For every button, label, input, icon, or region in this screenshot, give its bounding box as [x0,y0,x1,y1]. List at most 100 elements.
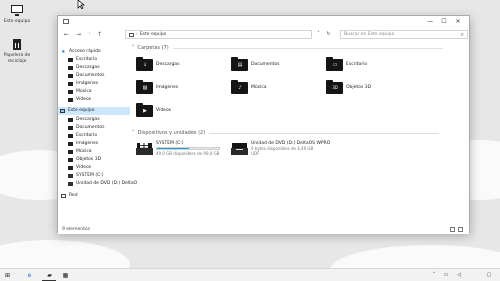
download-folder-icon: ↓ [136,57,153,71]
nav-item-music[interactable]: Música [68,148,92,156]
edge-icon[interactable]: e [24,271,35,280]
folder-icon [68,118,73,122]
mouse-cursor-icon [77,0,85,9]
music-folder-icon: ♪ [231,80,248,94]
recent-locations-chevron-icon[interactable]: ˅ [85,30,94,39]
desktop-icon-recycle-bin[interactable]: Papelera de reciclaje [0,37,34,64]
file-explorer-window: — ☐ ✕ ← → ˅ ↑ › Este equipo ˅ ↻ Buscar e… [57,15,470,234]
nav-item-label: SYSTEM (C:) [76,173,104,178]
folder-tile-desktop[interactable]: ▭ Escritorio [326,57,367,71]
recycle-bin-icon [10,37,24,51]
details-view-icon[interactable] [450,227,455,232]
nav-item-label: Este equipo [68,108,95,113]
nav-item-label: Escritorio [76,57,98,62]
nav-item-documents[interactable]: Documentos [68,124,104,132]
search-icon: ⌕ [460,31,464,38]
forward-arrow-icon[interactable]: → [74,30,83,39]
item-count: 9 elementos [62,227,90,232]
folder-icon [68,98,73,102]
folder-icon [68,74,73,78]
nav-item-documents[interactable]: Documentos [68,72,104,80]
address-bar[interactable]: › Este equipo [125,30,312,39]
network-icon[interactable]: ▭ [442,272,450,279]
folder-tile-pictures[interactable]: ▨ Imágenes [136,80,178,94]
close-button[interactable]: ✕ [451,18,465,26]
divider [172,47,443,49]
breadcrumb-this-pc[interactable]: Este equipo [140,31,167,38]
nav-item-quick-access[interactable]: ★ Acceso rápido [61,48,101,56]
devices-group-header[interactable]: ˅ Dispositivos y unidades (2) [132,130,440,136]
drive-filesystem: UDF [251,151,260,156]
notifications-icon[interactable]: ▢ [485,272,493,279]
folder-icon [68,66,73,70]
folder-icon [68,134,73,138]
window-icon [63,19,69,24]
folder-icon [68,158,73,162]
nav-item-this-pc[interactable]: Este equipo [58,107,130,115]
title-bar[interactable]: — ☐ ✕ [58,16,469,28]
chevron-up-icon[interactable]: ˄ [430,272,438,279]
folder-icon [68,82,73,86]
nav-item-label: Música [76,149,92,154]
navigation-pane: ★ Acceso rápido Escritorio Descargas Docu… [58,43,137,223]
nav-item-label: Objetos 3D [76,157,102,162]
minimize-button[interactable]: — [423,18,437,26]
back-arrow-icon[interactable]: ← [62,30,71,39]
nav-item-label: Vídeos [76,165,92,170]
up-arrow-icon[interactable]: ↑ [95,30,104,39]
wallpaper-cloud [0,240,130,268]
drive-free-space: 49,0 GB disponibles de 99,4 GB [156,151,220,156]
folder-tile-videos[interactable]: ▶ Vídeos [136,103,171,117]
nav-item-network[interactable]: Red [61,192,78,200]
nav-item-label: Vídeos [76,97,92,102]
nav-item-label: Documentos [76,73,105,78]
maximize-button[interactable]: ☐ [437,18,451,26]
nav-item-system-drive[interactable]: SYSTEM (C:) [68,172,104,180]
folder-label: Objetos 3D [346,84,372,90]
chevron-down-icon: ˅ [132,130,135,136]
drive-tile-system[interactable]: SYSTEM (C:) 49,0 GB disponibles de 99,4 … [136,141,220,156]
nav-item-music[interactable]: Música [68,88,92,96]
refresh-icon[interactable]: ↻ [324,30,333,39]
nav-item-label: Unidad de DVD (D:) DeltaO [76,181,138,186]
nav-item-pictures[interactable]: Imágenes [68,140,98,148]
folder-icon [68,58,73,62]
folder-label: Vídeos [156,107,172,113]
file-explorer-icon[interactable]: ▰ [44,271,55,280]
drive-icon [68,174,73,178]
documents-folder-icon: ▤ [231,57,248,71]
drive-tile-dvd[interactable]: Unidad de DVD (D:) DeltaOS WPRO 0 bytes … [231,141,330,156]
nav-item-label: Red [69,193,78,198]
drive-label: SYSTEM (C:) [156,141,184,146]
nav-item-label: Descargas [76,65,100,70]
folder-icon [68,150,73,154]
nav-item-desktop[interactable]: Escritorio [68,132,97,140]
nav-item-videos[interactable]: Vídeos [68,96,91,104]
folder-tile-music[interactable]: ♪ Música [231,80,267,94]
nav-item-downloads[interactable]: Descargas [68,116,100,124]
nav-item-pictures[interactable]: Imágenes [68,80,98,88]
start-icon[interactable]: ⊞ [2,271,13,280]
folders-group-header[interactable]: ˅ Carpetas (7) [132,45,443,51]
nav-item-dvd-drive[interactable]: Unidad de DVD (D:) DeltaO [68,180,137,188]
large-icons-view-icon[interactable] [458,227,463,232]
address-dropdown-icon[interactable]: ˅ [314,30,323,39]
desktop-icon-this-pc[interactable]: Este equipo [0,3,34,25]
nav-item-desktop[interactable]: Escritorio [68,56,97,64]
folder-tile-documents[interactable]: ▤ Documentos [231,57,279,71]
chevron-down-icon: ˅ [132,45,135,51]
nav-item-videos[interactable]: Vídeos [68,164,91,172]
folder-icon [68,90,73,94]
star-icon: ★ [61,49,66,55]
dvd-icon [68,182,73,186]
nav-item-label: Acceso rápido [69,49,101,54]
nav-item-downloads[interactable]: Descargas [68,64,100,72]
search-box[interactable]: Buscar en Este equipo ⌕ [340,30,468,39]
volume-icon[interactable]: ◁ [455,272,463,279]
group-title: Carpetas (7) [137,45,169,51]
videos-folder-icon: ▶ [136,103,153,117]
store-icon[interactable]: ▦ [60,271,71,280]
folder-tile-3d-objects[interactable]: 3D Objetos 3D [326,80,371,94]
folder-tile-downloads[interactable]: ↓ Descargas [136,57,180,71]
nav-item-3d-objects[interactable]: Objetos 3D [68,156,101,164]
